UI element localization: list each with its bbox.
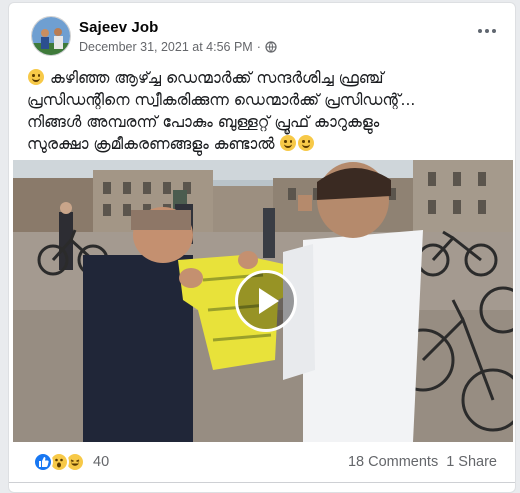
like-reaction-icon [33, 452, 53, 472]
avatar-image [32, 17, 70, 55]
post-text-line: നിങ്ങൾ അമ്പരന്ന് പോകും ബുള്ളറ്റ് പ്രൂഫ് … [27, 113, 380, 131]
meta-separator: · [256, 40, 261, 54]
post-text-line: പ്രസിഡന്റിനെ സ്വീകരിക്കുന്ന ഡെന്മാർക്ക് … [27, 91, 416, 109]
reaction-count[interactable]: 40 [93, 454, 109, 470]
post-text-line: സുരക്ഷാ ക്രമീകരണങ്ങളും കണ്ടാൽ [27, 133, 507, 155]
post-card: Sajeev Job December 31, 2021 at 4:56 PM … [8, 2, 516, 493]
video-player[interactable] [13, 160, 513, 442]
play-icon [259, 288, 279, 314]
globe-icon[interactable] [265, 41, 277, 53]
reactions-summary[interactable]: 40 [33, 452, 109, 472]
action-bar-divider [9, 482, 515, 492]
play-button[interactable] [235, 270, 297, 332]
engagement-counts: 18 Comments 1 Share [348, 454, 497, 470]
winking-tongue-emoji-icon [280, 135, 297, 151]
post-header: Sajeev Job December 31, 2021 at 4:56 PM … [9, 3, 515, 65]
post-text: കഴിഞ്ഞ ആഴ്ച്ച ഡെന്മാർക്ക് സന്ദർശിച്ച ഫ്ര… [27, 67, 507, 155]
engagement-bar: 40 18 Comments 1 Share [9, 442, 515, 482]
avatar[interactable] [31, 16, 71, 56]
post-meta: December 31, 2021 at 4:56 PM · [79, 40, 277, 54]
winking-tongue-emoji-icon [298, 135, 315, 151]
post-timestamp[interactable]: December 31, 2021 at 4:56 PM [79, 40, 253, 54]
author-name[interactable]: Sajeev Job [79, 19, 158, 36]
shares-count-link[interactable]: 1 Share [446, 454, 497, 470]
laughing-emoji-icon [28, 69, 44, 85]
more-options-icon[interactable] [477, 26, 497, 36]
post-text-line: കഴിഞ്ഞ ആഴ്ച്ച ഡെന്മാർക്ക് സന്ദർശിച്ച ഫ്ര… [27, 67, 507, 89]
comments-count-link[interactable]: 18 Comments [348, 454, 438, 470]
